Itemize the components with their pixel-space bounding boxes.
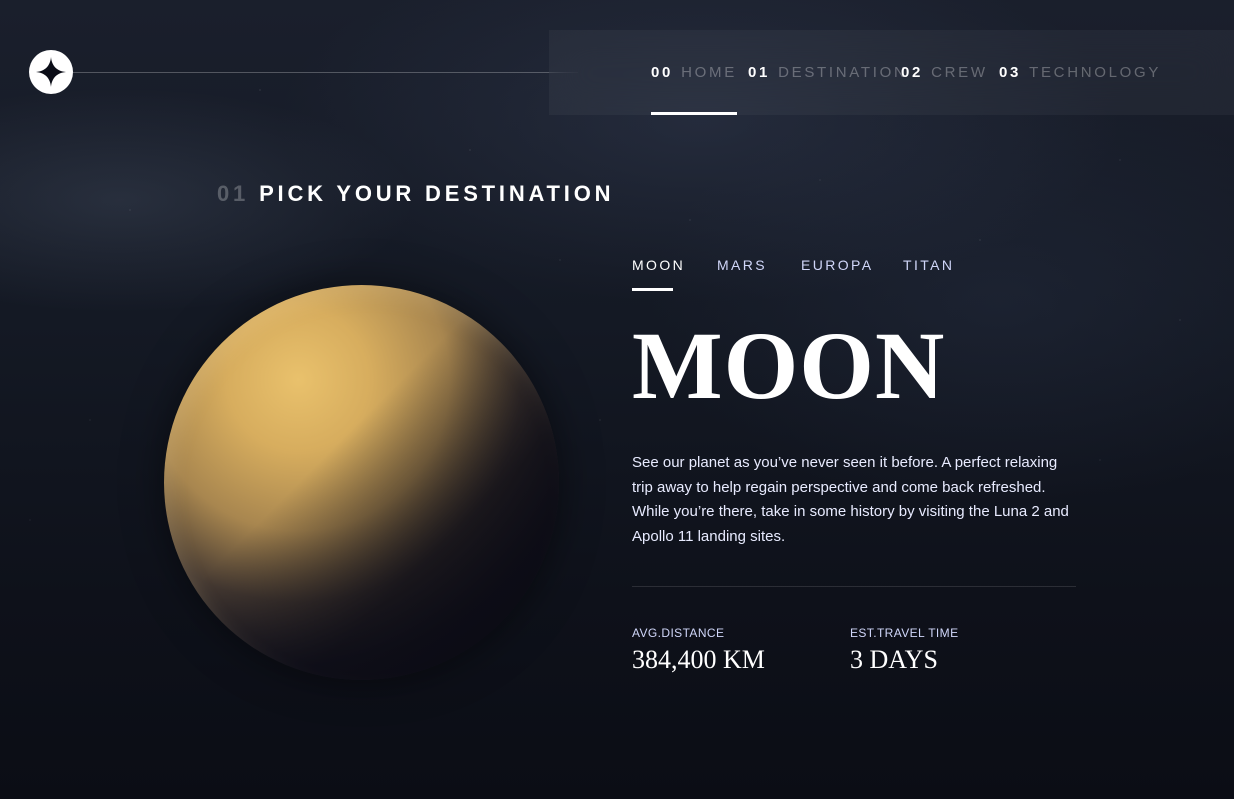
nav-item-home[interactable]: 00 HOME [651,30,737,115]
avg-distance-label: AVG.DISTANCE [632,626,725,640]
avg-distance-value: 384,400 KM [632,645,765,674]
nav-item-number: 03 [999,64,1022,81]
star-logo-icon [36,57,66,87]
page-heading: 01 PICK YOUR DESTINATION [217,181,614,207]
nav-item-label: DESTINATION [778,64,908,81]
nav-item-number: 01 [748,64,771,81]
planet-image [164,285,559,680]
tab-mars[interactable]: MARS [717,257,767,291]
nav-item-label: TECHNOLOGY [1029,64,1162,81]
nav-item-number: 02 [901,64,924,81]
nav-item-label: HOME [681,64,737,81]
nav-item-label: CREW [931,64,988,81]
tab-europa[interactable]: EUROPA [801,257,874,291]
destination-description: See our planet as you’ve never seen it b… [632,454,1069,545]
stats-divider [632,586,1076,587]
travel-time-value: 3 DAYS [850,645,938,674]
logo[interactable] [29,50,73,94]
header-divider-line [73,72,578,73]
nav-item-technology[interactable]: 03 TECHNOLOGY [999,30,1161,115]
nav-item-crew[interactable]: 02 CREW [901,30,988,115]
heading-number: 01 [217,181,250,206]
main-nav: 00 HOME 01 DESTINATION 02 CREW 03 TECHNO… [549,30,1234,115]
tab-moon[interactable]: MOON [632,257,683,291]
heading-text: PICK YOUR DESTINATION [259,181,615,206]
destination-title: MOON [632,312,946,419]
tab-titan[interactable]: TITAN [903,257,954,291]
nav-item-number: 00 [651,64,674,81]
travel-time-label: EST.TRAVEL TIME [850,626,959,640]
nav-item-destination[interactable]: 01 DESTINATION [748,30,908,115]
